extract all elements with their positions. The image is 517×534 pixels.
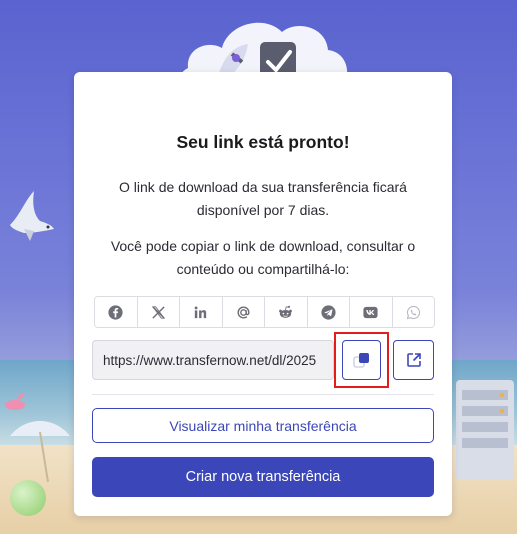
share-email-button[interactable] xyxy=(222,297,265,327)
beach-ball-illustration xyxy=(10,480,46,516)
share-whatsapp-button[interactable] xyxy=(392,297,434,327)
telegram-icon xyxy=(321,304,336,320)
x-icon xyxy=(151,305,165,319)
flamingo-float-illustration xyxy=(5,393,26,410)
seagull-illustration xyxy=(10,191,54,241)
divider xyxy=(92,394,434,395)
view-transfer-button[interactable]: Visualizar minha transferência xyxy=(92,408,434,443)
linkedin-icon xyxy=(194,305,207,318)
download-link-row: https://www.transfernow.net/dl/2025 xyxy=(92,332,434,388)
email-icon xyxy=(237,305,250,319)
facebook-icon xyxy=(108,304,123,320)
vk-icon xyxy=(363,306,378,318)
modal-title: Seu link está pronto! xyxy=(176,132,350,152)
share-link-modal: Seu link está pronto! O link de download… xyxy=(74,72,452,516)
share-telegram-button[interactable] xyxy=(307,297,350,327)
share-reddit-button[interactable] xyxy=(265,297,308,327)
share-x-button[interactable] xyxy=(137,297,180,327)
external-link-icon xyxy=(406,353,421,367)
whatsapp-icon xyxy=(406,305,420,319)
copy-link-button[interactable] xyxy=(342,340,381,380)
share-vk-button[interactable] xyxy=(350,297,393,327)
share-facebook-button[interactable] xyxy=(95,297,138,327)
reddit-icon xyxy=(279,305,293,318)
share-linkedin-button[interactable] xyxy=(180,297,223,327)
server-illustration xyxy=(456,380,514,480)
copy-highlight-box xyxy=(334,332,389,388)
download-link-field[interactable]: https://www.transfernow.net/dl/2025 xyxy=(92,340,334,380)
copy-icon xyxy=(352,353,369,368)
umbrella-illustration xyxy=(10,421,70,482)
download-link-text: https://www.transfernow.net/dl/2025 xyxy=(103,353,317,368)
new-transfer-button[interactable]: Criar nova transferência xyxy=(92,457,434,497)
expiry-description: O link de download da sua transferência … xyxy=(119,179,407,218)
share-description: Você pode copiar o link de download, con… xyxy=(110,238,416,277)
share-bar xyxy=(94,296,435,328)
open-link-button[interactable] xyxy=(393,340,434,380)
